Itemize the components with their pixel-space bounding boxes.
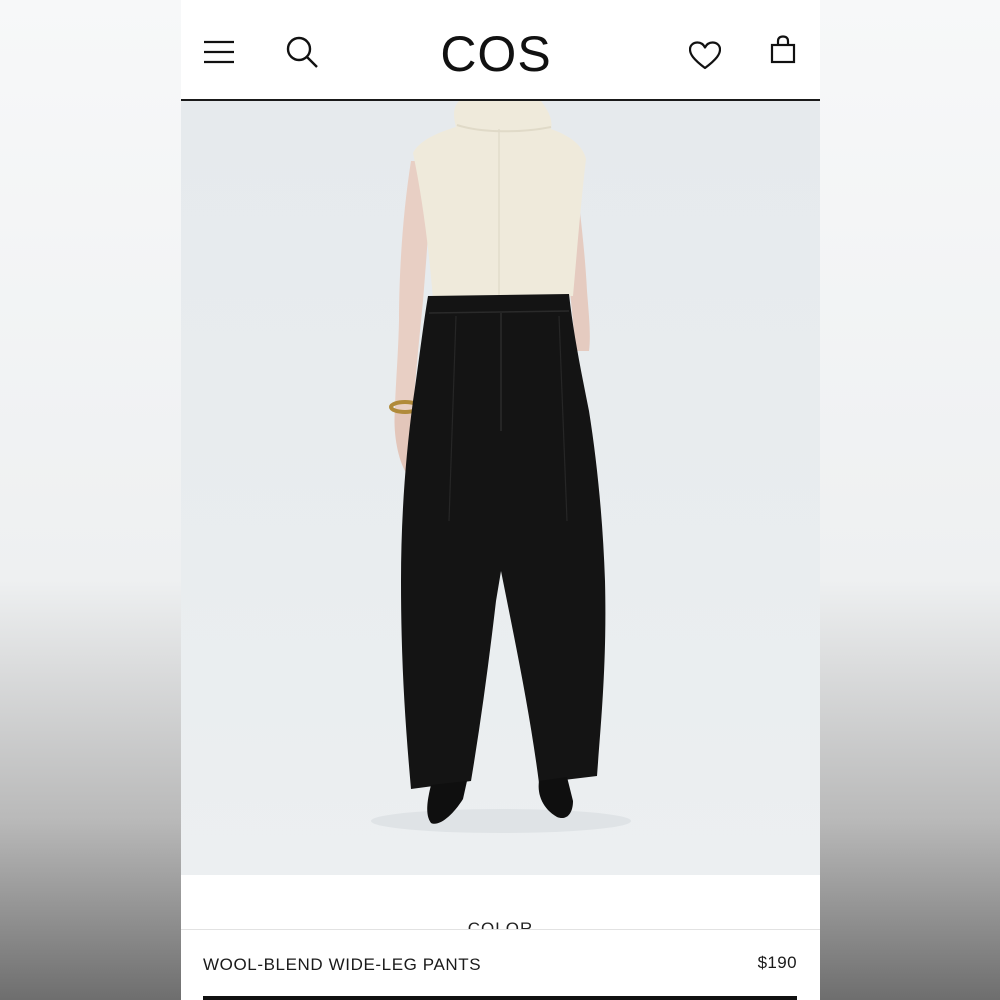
mobile-screen: COS WOOL-BLEND WIDE-LEG PANTS $190 [181, 0, 820, 1000]
shopping-bag-button[interactable] [765, 32, 801, 68]
background-left [0, 0, 181, 1000]
search-button[interactable] [283, 33, 321, 71]
menu-button[interactable] [201, 34, 237, 70]
search-icon [286, 36, 318, 68]
color-section: COLOR [181, 875, 820, 938]
model-photo [371, 101, 631, 833]
menu-icon [204, 40, 234, 64]
product-info-bar: WOOL-BLEND WIDE-LEG PANTS $190 [181, 929, 820, 1000]
background-right [820, 0, 1000, 1000]
product-image[interactable] [181, 101, 820, 875]
wishlist-button[interactable] [685, 36, 725, 76]
bag-icon [770, 35, 796, 64]
site-header: COS [181, 0, 820, 101]
add-to-bag-button[interactable] [203, 996, 797, 1000]
brand-logo[interactable]: COS [400, 26, 592, 82]
product-name: WOOL-BLEND WIDE-LEG PANTS [203, 955, 482, 974]
product-price: $190 [757, 953, 797, 972]
heart-icon [689, 41, 721, 70]
